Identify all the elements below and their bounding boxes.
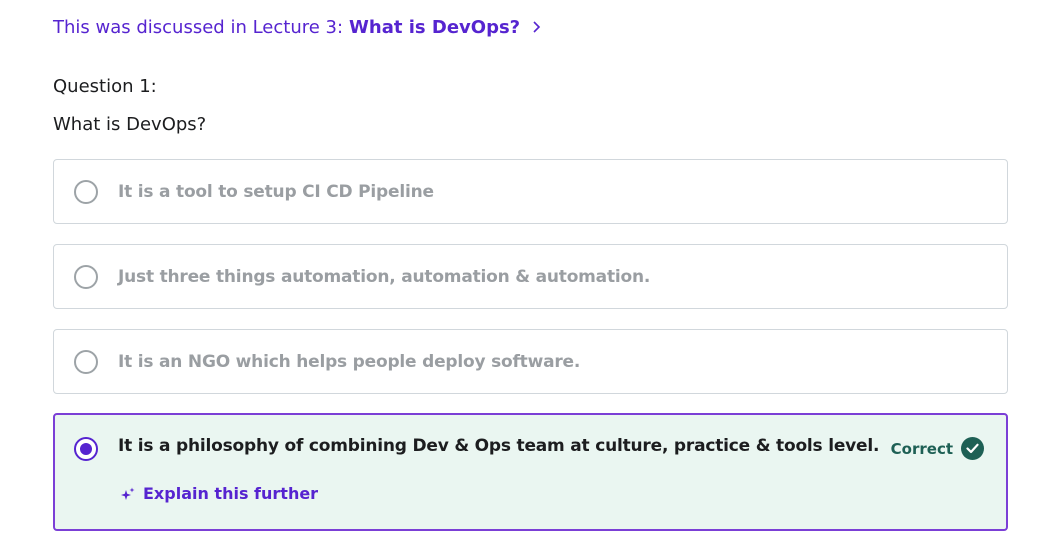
answer-option[interactable]: It is an NGO which helps people deploy s… [53,329,1008,394]
lecture-link-prefix: This was discussed in Lecture 3: [53,17,344,38]
correct-label: Correct [890,439,953,458]
answer-option-selected[interactable]: It is a philosophy of combining Dev & Op… [53,413,1008,531]
radio-button[interactable] [74,264,98,289]
check-circle-icon [961,437,984,460]
answer-label: Just three things automation, automation… [118,266,651,287]
answer-label: It is a philosophy of combining Dev & Op… [118,436,880,456]
radio-button[interactable] [74,179,98,204]
answer-label: It is a tool to setup CI CD Pipeline [118,181,434,202]
quiz-review-page: This was discussed in Lecture 3: What is… [0,0,1062,560]
sparkle-icon [121,487,135,501]
answer-label: It is an NGO which helps people deploy s… [118,351,581,372]
radio-button[interactable] [74,349,98,374]
explain-further-button[interactable]: Explain this further [121,484,318,503]
question-number: Question 1: [53,76,157,97]
correct-badge: Correct [891,437,984,460]
lecture-link-title: What is DevOps? [349,17,521,38]
question-text: What is DevOps? [53,114,207,135]
lecture-link[interactable]: This was discussed in Lecture 3: What is… [53,17,541,38]
radio-dot [80,443,92,455]
chevron-right-icon [532,18,541,37]
radio-button-selected[interactable] [74,437,98,461]
answer-option[interactable]: It is a tool to setup CI CD Pipeline [53,159,1008,224]
explain-further-label: Explain this further [143,484,319,503]
answer-option[interactable]: Just three things automation, automation… [53,244,1008,309]
